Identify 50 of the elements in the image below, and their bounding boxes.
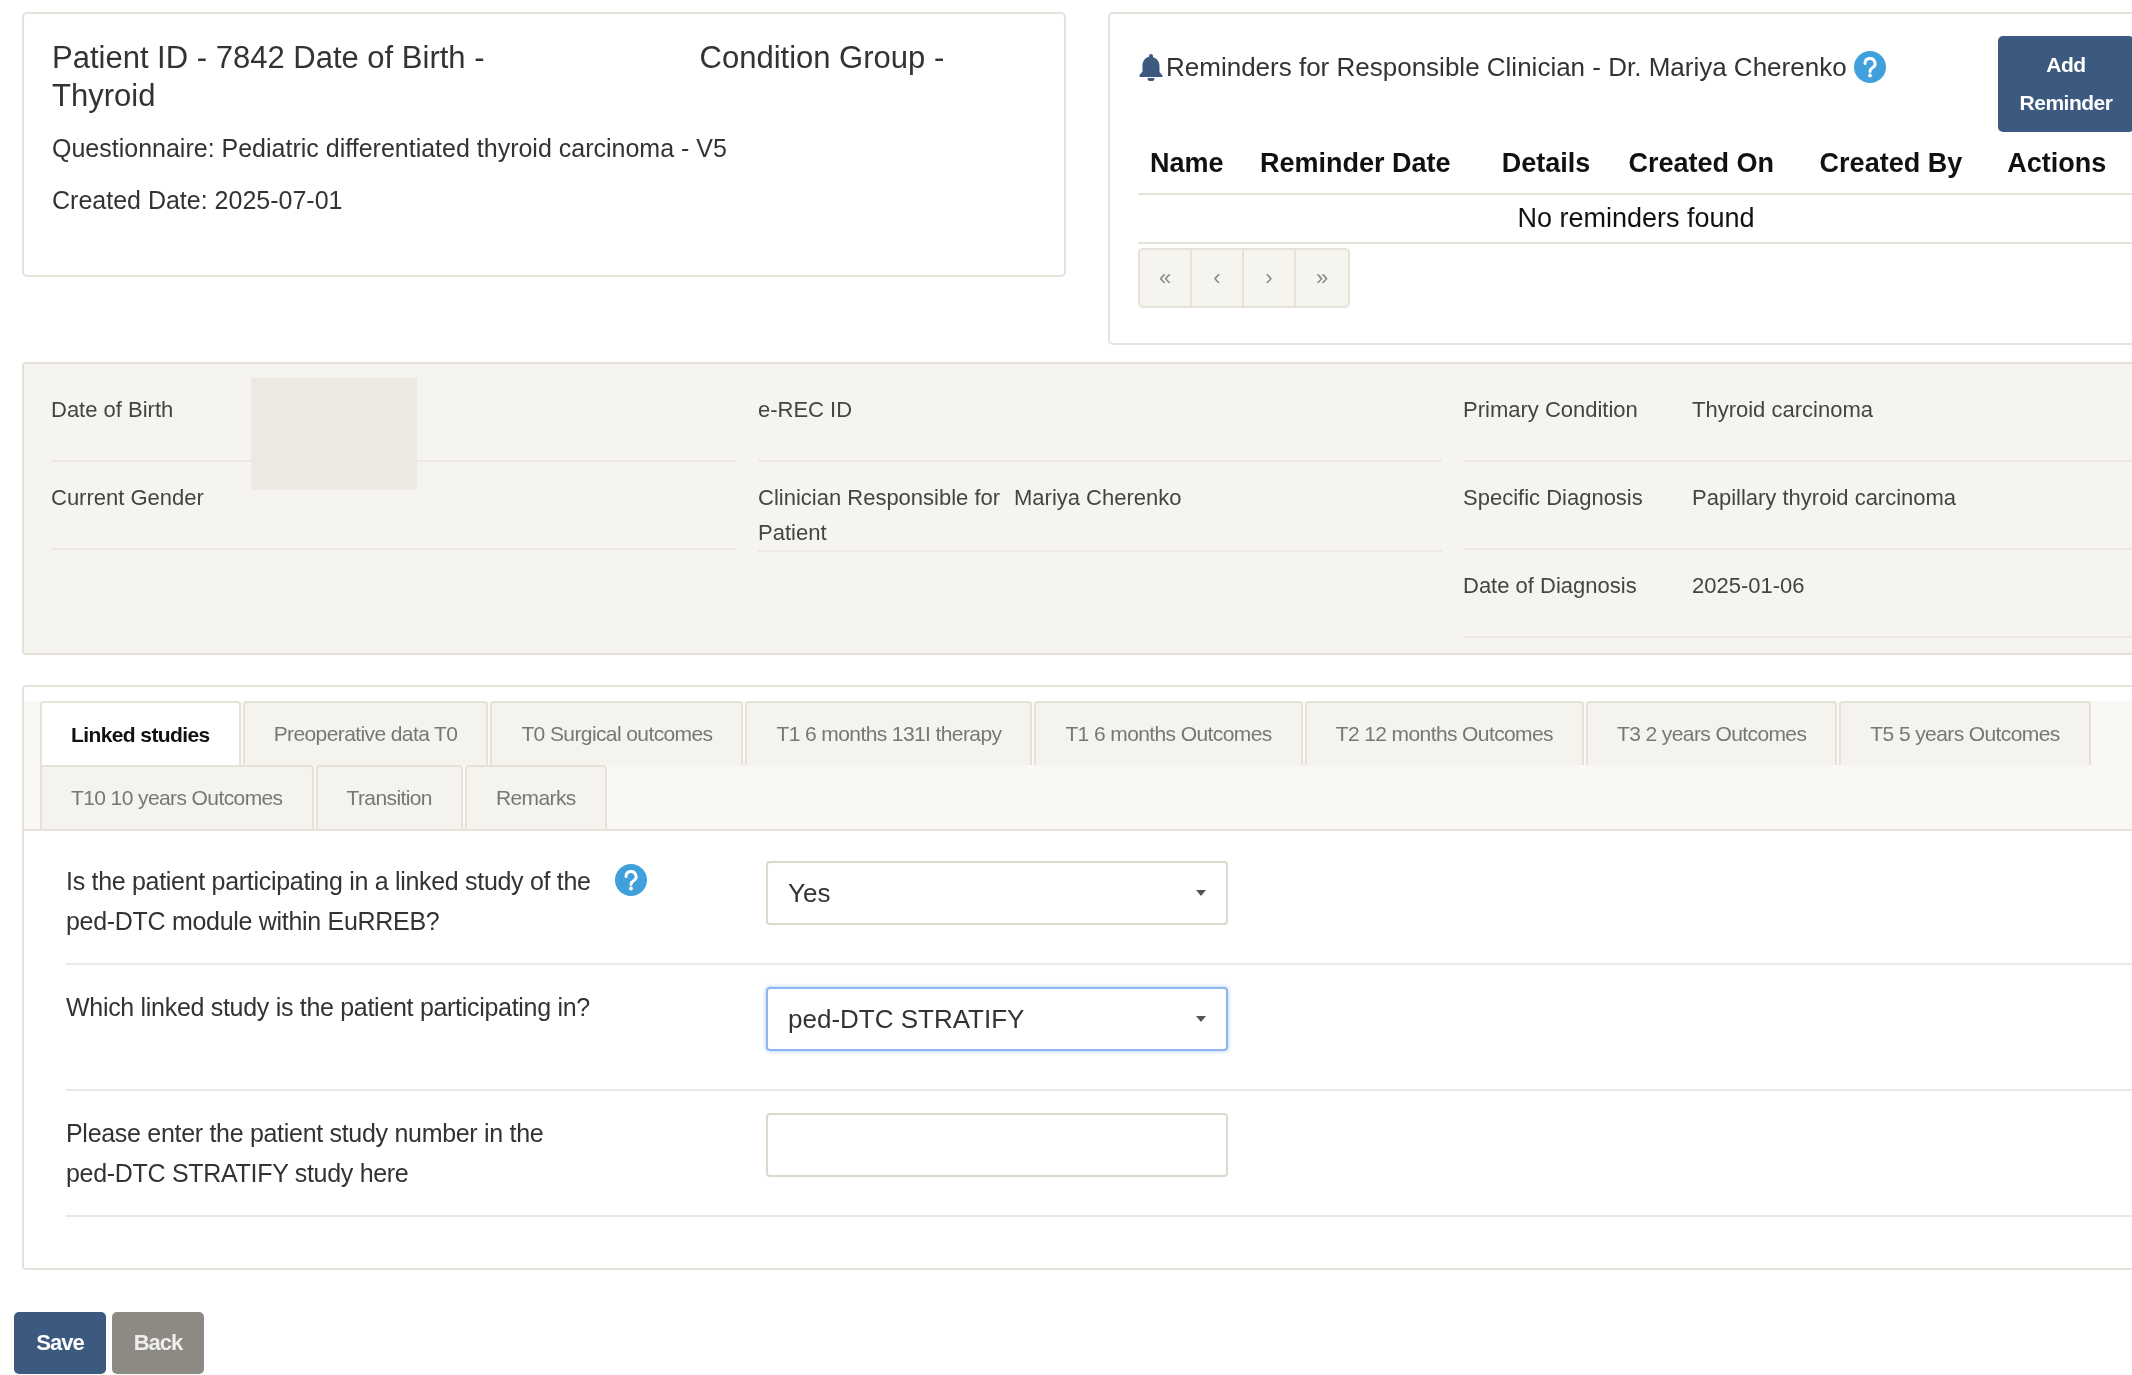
field-label: Specific Diagnosis bbox=[1463, 484, 1644, 512]
field-value: Thyroid carcinoma bbox=[1692, 397, 1873, 422]
field-value: Mariya Cherenko bbox=[1014, 485, 1182, 510]
column-header: Name bbox=[1138, 134, 1248, 194]
field-label: e-REC ID bbox=[758, 396, 854, 424]
caret-icon bbox=[1196, 1016, 1206, 1022]
tab[interactable]: T5 5 years Outcomes bbox=[1839, 701, 2091, 765]
action-button[interactable]: Save bbox=[14, 1312, 106, 1374]
add-reminder-button[interactable]: Add Reminder bbox=[1998, 36, 2132, 132]
tab[interactable]: Preoperative data T0 bbox=[242, 701, 489, 765]
tab[interactable]: T1 6 months 131I therapy bbox=[745, 701, 1033, 765]
condition-group-value: Thyroid bbox=[52, 78, 156, 113]
questionnaire-name: Questionnaire: Pediatric differentiated thyroid carcinoma - V5 bbox=[52, 133, 728, 164]
field-value: Papillary thyroid carcinoma bbox=[1692, 485, 1957, 510]
tab[interactable]: T10 10 years Outcomes bbox=[40, 765, 314, 829]
field-label: Date of Diagnosis bbox=[1463, 572, 1638, 600]
column-header: Details bbox=[1489, 134, 1617, 194]
field-value: 2025-01-06 bbox=[1692, 573, 1805, 598]
patient-id: Patient ID - 7842 bbox=[52, 40, 285, 75]
question-label: Is the patient participating in a linked study of the ped-DTC module within EuRREB? bbox=[66, 866, 592, 937]
column-header: Actions bbox=[1995, 134, 2132, 194]
field-label: Clinician Responsible for Patient bbox=[758, 484, 1002, 547]
field-label: Date of Birth bbox=[51, 396, 175, 424]
question-label: Please enter the patient study number in the ped-DTC STRATIFY study here bbox=[66, 1118, 545, 1189]
question-label: Which linked study is the patient participating in? bbox=[66, 992, 591, 1023]
select-field[interactable]: Yes bbox=[766, 861, 1228, 925]
column-header: Created On bbox=[1616, 134, 1808, 194]
tab[interactable]: T0 Surgical outcomes bbox=[490, 701, 744, 765]
column-header: Reminder Date bbox=[1247, 134, 1490, 194]
tab[interactable]: Transition bbox=[315, 765, 463, 829]
tab[interactable]: T1 6 months Outcomes bbox=[1034, 701, 1303, 765]
help-icon[interactable] bbox=[614, 863, 648, 897]
action-button[interactable]: Back bbox=[112, 1312, 204, 1374]
select-field[interactable]: ped-DTC STRATIFY bbox=[766, 987, 1228, 1051]
field-label: Primary Condition bbox=[1463, 396, 1639, 424]
tab[interactable]: Linked studies bbox=[40, 701, 241, 767]
tab[interactable]: Remarks bbox=[464, 765, 607, 829]
tab[interactable]: T3 2 years Outcomes bbox=[1586, 701, 1838, 765]
column-header: Created By bbox=[1807, 134, 1996, 194]
bell-icon bbox=[1138, 53, 1164, 81]
field-label: Current Gender bbox=[51, 484, 205, 512]
empty-message: No reminders found bbox=[1517, 203, 1755, 233]
reminders-title: Reminders for Responsible Clinician - Dr. Mariya Cherenko bbox=[1166, 51, 1847, 83]
help-icon[interactable] bbox=[1852, 50, 1887, 84]
date-of-birth-label: Date of Birth - bbox=[293, 40, 485, 75]
condition-group-label: Condition Group - bbox=[699, 40, 945, 75]
created-date: Created Date: 2025-07-01 bbox=[52, 185, 344, 216]
caret-icon bbox=[1196, 890, 1206, 896]
tab[interactable]: T2 12 months Outcomes bbox=[1304, 701, 1584, 765]
input-field[interactable] bbox=[766, 1113, 1228, 1177]
